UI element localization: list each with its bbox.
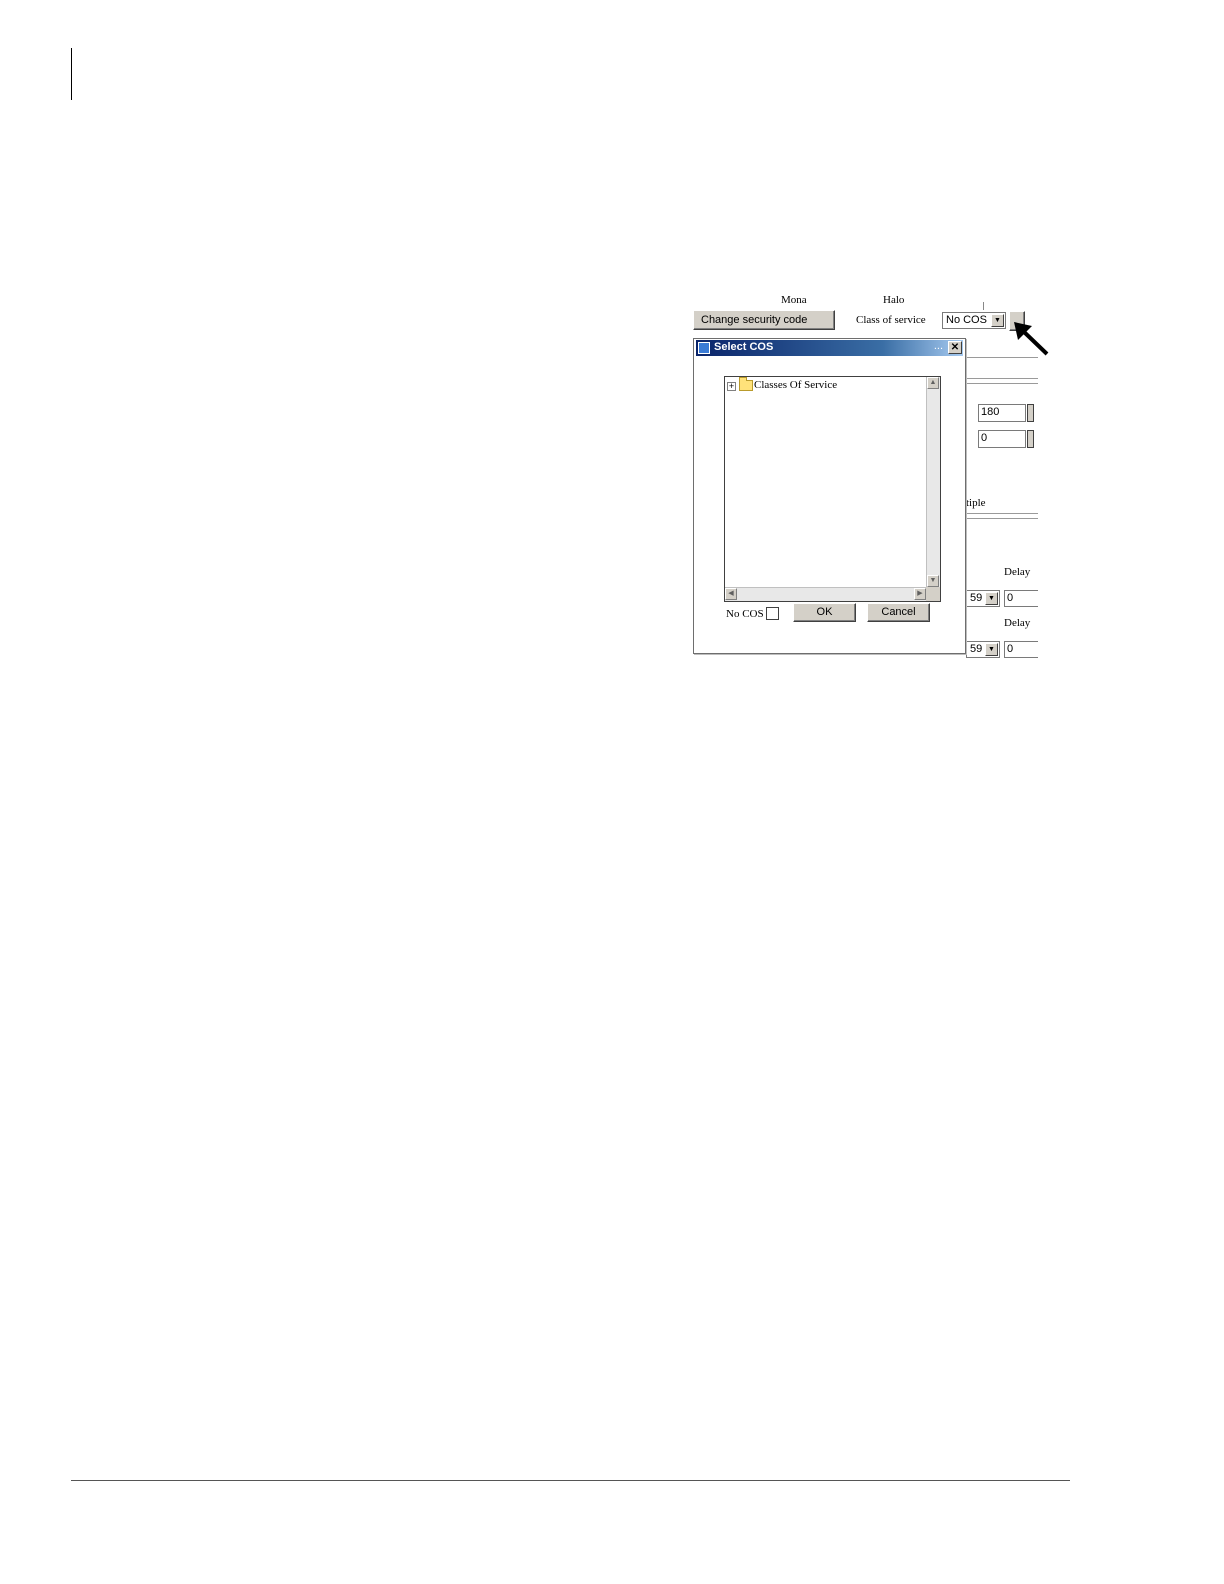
divider: [965, 513, 1038, 514]
tree-item-classes-of-service[interactable]: + Classes Of Service: [725, 377, 925, 395]
select-cos-dialog: Select COS ... ✕ + Classes Of Service ▲ …: [693, 338, 966, 654]
row-1-delay-field[interactable]: 0: [1004, 590, 1038, 607]
app-window-icon: [698, 342, 710, 354]
count-stepper[interactable]: [1027, 430, 1034, 448]
horizontal-scrollbar[interactable]: ◀ ▶: [725, 587, 926, 601]
cos-tree[interactable]: + Classes Of Service ▲ ▼ ◀ ▶: [724, 376, 941, 602]
partial-label: tiple: [966, 497, 986, 509]
divider: [965, 518, 1038, 519]
screenshot-figure: Mona Halo Change security code Class of …: [693, 296, 1038, 660]
row-1-select-value: 59: [970, 592, 983, 604]
divider: [965, 383, 1038, 384]
scroll-right-icon[interactable]: ▶: [914, 588, 926, 600]
scroll-up-icon[interactable]: ▲: [927, 377, 939, 389]
delay-label-2: Delay: [1004, 617, 1031, 629]
scroll-down-icon[interactable]: ▼: [927, 575, 939, 587]
expand-icon[interactable]: +: [727, 382, 736, 391]
cancel-button[interactable]: Cancel: [867, 603, 930, 622]
dialog-title: Select COS: [714, 341, 774, 353]
folder-icon: [739, 377, 753, 391]
scroll-corner: [926, 587, 940, 601]
count-field[interactable]: 0: [978, 430, 1026, 448]
row-2-select[interactable]: 59 ▼: [966, 641, 1000, 658]
vertical-scrollbar[interactable]: ▲ ▼: [926, 377, 940, 587]
cut-label-2: Halo: [883, 296, 905, 304]
row-1-select[interactable]: 59 ▼: [966, 590, 1000, 607]
close-icon[interactable]: ✕: [948, 341, 962, 354]
change-security-code-button[interactable]: Change security code: [693, 310, 835, 330]
row-2-select-value: 59: [970, 643, 983, 655]
arrow-pointer-icon: [1014, 322, 1049, 356]
class-of-service-label: Class of service: [856, 314, 926, 326]
chevron-down-icon: ▼: [985, 643, 998, 656]
chevron-down-icon: ▼: [985, 592, 998, 605]
dialog-titlebar[interactable]: Select COS ... ✕: [696, 340, 963, 356]
divider: [965, 378, 1038, 379]
no-cos-label: No COS: [726, 608, 764, 620]
row-2-delay-field[interactable]: 0: [1004, 641, 1038, 658]
timeout-stepper[interactable]: [1027, 404, 1034, 422]
delay-label-1: Delay: [1004, 566, 1031, 578]
scroll-left-icon[interactable]: ◀: [725, 588, 737, 600]
chevron-down-icon: ▼: [991, 314, 1004, 327]
ok-button[interactable]: OK: [793, 603, 856, 622]
cut-label-1: Mona: [781, 296, 807, 304]
no-cos-checkbox[interactable]: [766, 607, 779, 620]
class-of-service-select[interactable]: No COS ▼: [942, 312, 1006, 329]
title-dots: ...: [933, 340, 943, 352]
margin-rule: [71, 48, 72, 100]
tree-item-label: Classes Of Service: [754, 379, 838, 391]
class-of-service-value: No COS: [946, 314, 987, 326]
footer-rule: [71, 1480, 1070, 1481]
divider: [983, 302, 984, 310]
timeout-field[interactable]: 180: [978, 404, 1026, 422]
